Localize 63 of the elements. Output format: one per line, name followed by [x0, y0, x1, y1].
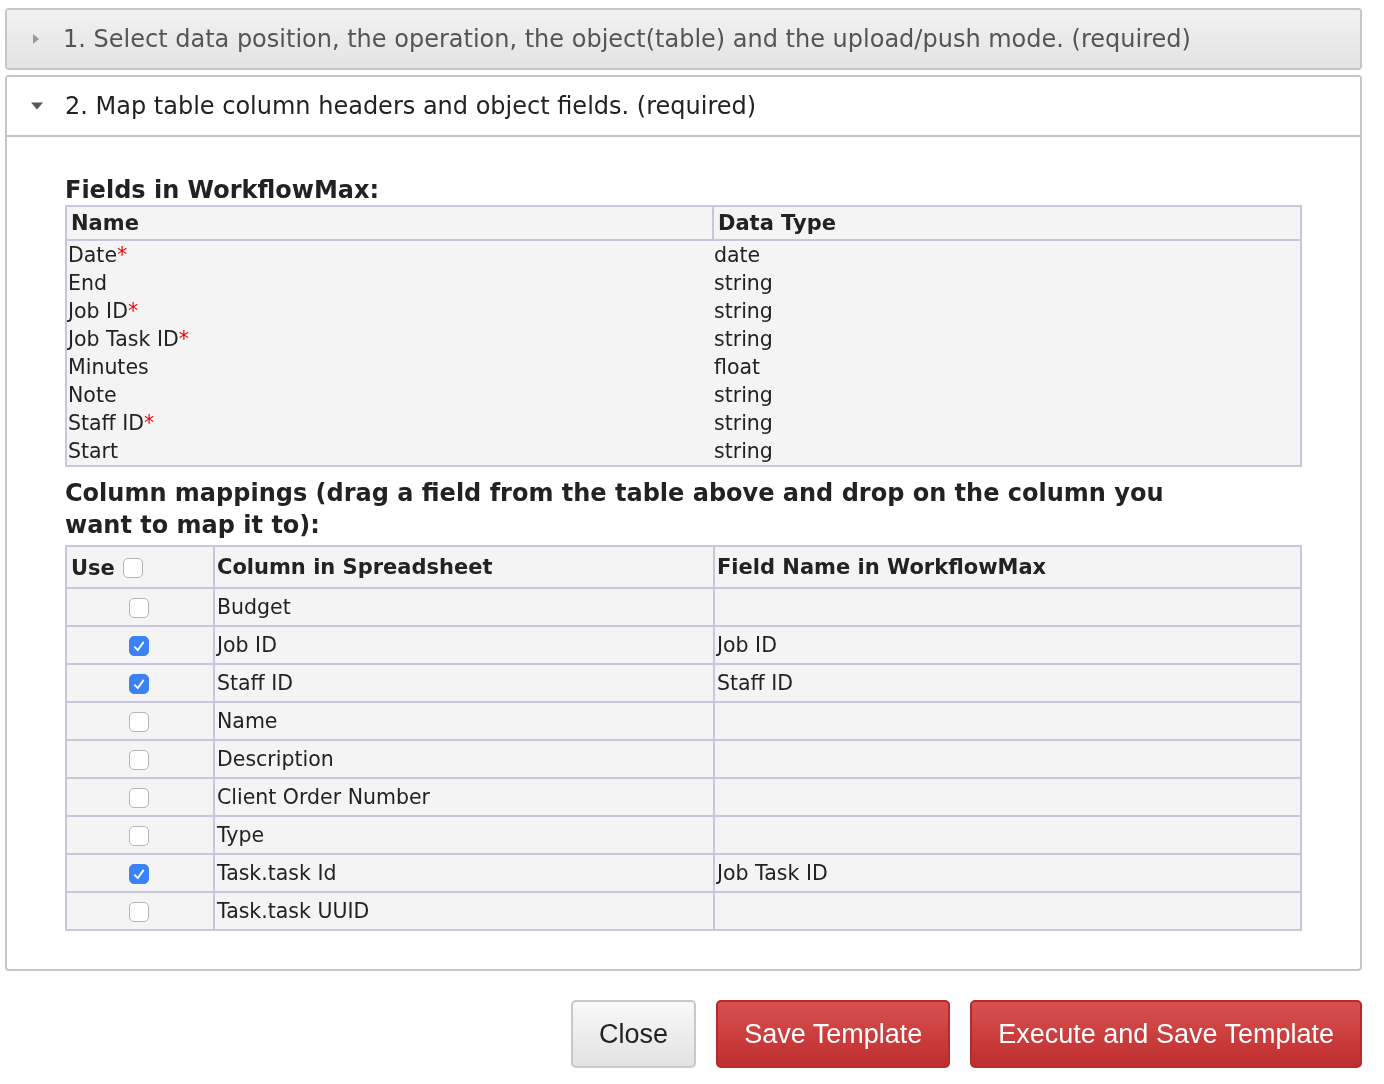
column-header: Column in Spreadsheet — [214, 546, 714, 588]
use-checkbox[interactable] — [129, 636, 149, 656]
mapped-field-cell[interactable] — [714, 588, 1301, 626]
spreadsheet-column-cell: Task.task UUID — [214, 892, 714, 930]
spreadsheet-column-cell: Client Order Number — [214, 778, 714, 816]
spreadsheet-column-cell: Budget — [214, 588, 714, 626]
spreadsheet-column-cell: Staff ID — [214, 664, 714, 702]
mapped-field-cell[interactable] — [714, 816, 1301, 854]
field-name[interactable]: Job ID* — [68, 299, 139, 323]
mapped-field-cell[interactable]: Staff ID — [714, 664, 1301, 702]
field-name[interactable]: Minutes — [68, 355, 149, 379]
data-type-cell: date — [713, 240, 1301, 269]
field-name[interactable]: Note — [68, 383, 117, 407]
mapped-field-cell[interactable] — [714, 740, 1301, 778]
spreadsheet-column-cell: Name — [214, 702, 714, 740]
mapped-field-cell[interactable]: Job ID — [714, 626, 1301, 664]
field-name[interactable]: Job Task ID* — [68, 327, 189, 351]
mapped-field-cell[interactable]: Job Task ID — [714, 854, 1301, 892]
column-header: Name — [66, 206, 713, 240]
accordion-header[interactable]: 2. Map table column headers and object fields. (required) — [7, 77, 1360, 137]
accordion-header[interactable]: 1. Select data position, the operation, the object(table) and the upload/push mode. (required) — [7, 10, 1360, 68]
fields-heading: Fields in WorkflowMax: — [65, 175, 381, 205]
spreadsheet-column-cell: Task.task Id — [214, 854, 714, 892]
field-name[interactable]: Date* — [68, 243, 128, 267]
section-title: 1. Select data position, the operation, the object(table) and the upload/push mode. (required) — [63, 25, 1191, 53]
spreadsheet-column-cell: Type — [214, 816, 714, 854]
field-name[interactable]: Staff ID* — [68, 411, 155, 435]
close-button[interactable]: Close — [571, 1000, 697, 1068]
data-type-cell: float — [713, 353, 1301, 381]
primary-button[interactable]: Save Template — [716, 1000, 951, 1068]
use-checkbox[interactable] — [129, 826, 149, 846]
use-checkbox[interactable] — [129, 750, 149, 770]
use-checkbox[interactable] — [129, 864, 149, 884]
section-title: 2. Map table column headers and object fields. (required) — [65, 92, 757, 120]
checkmark-icon — [132, 677, 146, 691]
use-checkbox[interactable] — [129, 902, 149, 922]
mapped-field-cell[interactable] — [714, 702, 1301, 740]
caret-icon — [31, 34, 41, 44]
use-checkbox[interactable] — [129, 788, 149, 808]
mapped-field-cell[interactable] — [714, 892, 1301, 930]
column-header: Use — [71, 555, 115, 580]
primary-button[interactable]: Execute and Save Template — [970, 1000, 1362, 1068]
use-checkbox[interactable] — [129, 712, 149, 732]
data-type-cell: string — [713, 437, 1301, 466]
use-checkbox[interactable] — [129, 598, 149, 618]
column-header: Field Name in WorkflowMax — [714, 546, 1301, 588]
data-type-cell: string — [713, 409, 1301, 437]
field-name[interactable]: Start — [68, 439, 119, 463]
data-type-cell: string — [713, 269, 1301, 297]
caret-icon — [31, 100, 43, 112]
use-checkbox[interactable] — [129, 674, 149, 694]
column-header: Data Type — [713, 206, 1301, 240]
checkmark-icon — [132, 639, 146, 653]
checkmark-icon — [132, 867, 146, 881]
field-name[interactable]: End — [68, 271, 107, 295]
data-type-cell: string — [713, 297, 1301, 325]
spreadsheet-column-cell: Description — [214, 740, 714, 778]
data-type-cell: string — [713, 381, 1301, 409]
mappings-heading: Column mappings (drag a field from the table above and drop on the column you want to map it to): — [65, 478, 1165, 541]
data-type-cell: string — [713, 325, 1301, 353]
mapped-field-cell[interactable] — [714, 778, 1301, 816]
spreadsheet-column-cell: Job ID — [214, 626, 714, 664]
select-all-checkbox[interactable] — [122, 557, 143, 578]
